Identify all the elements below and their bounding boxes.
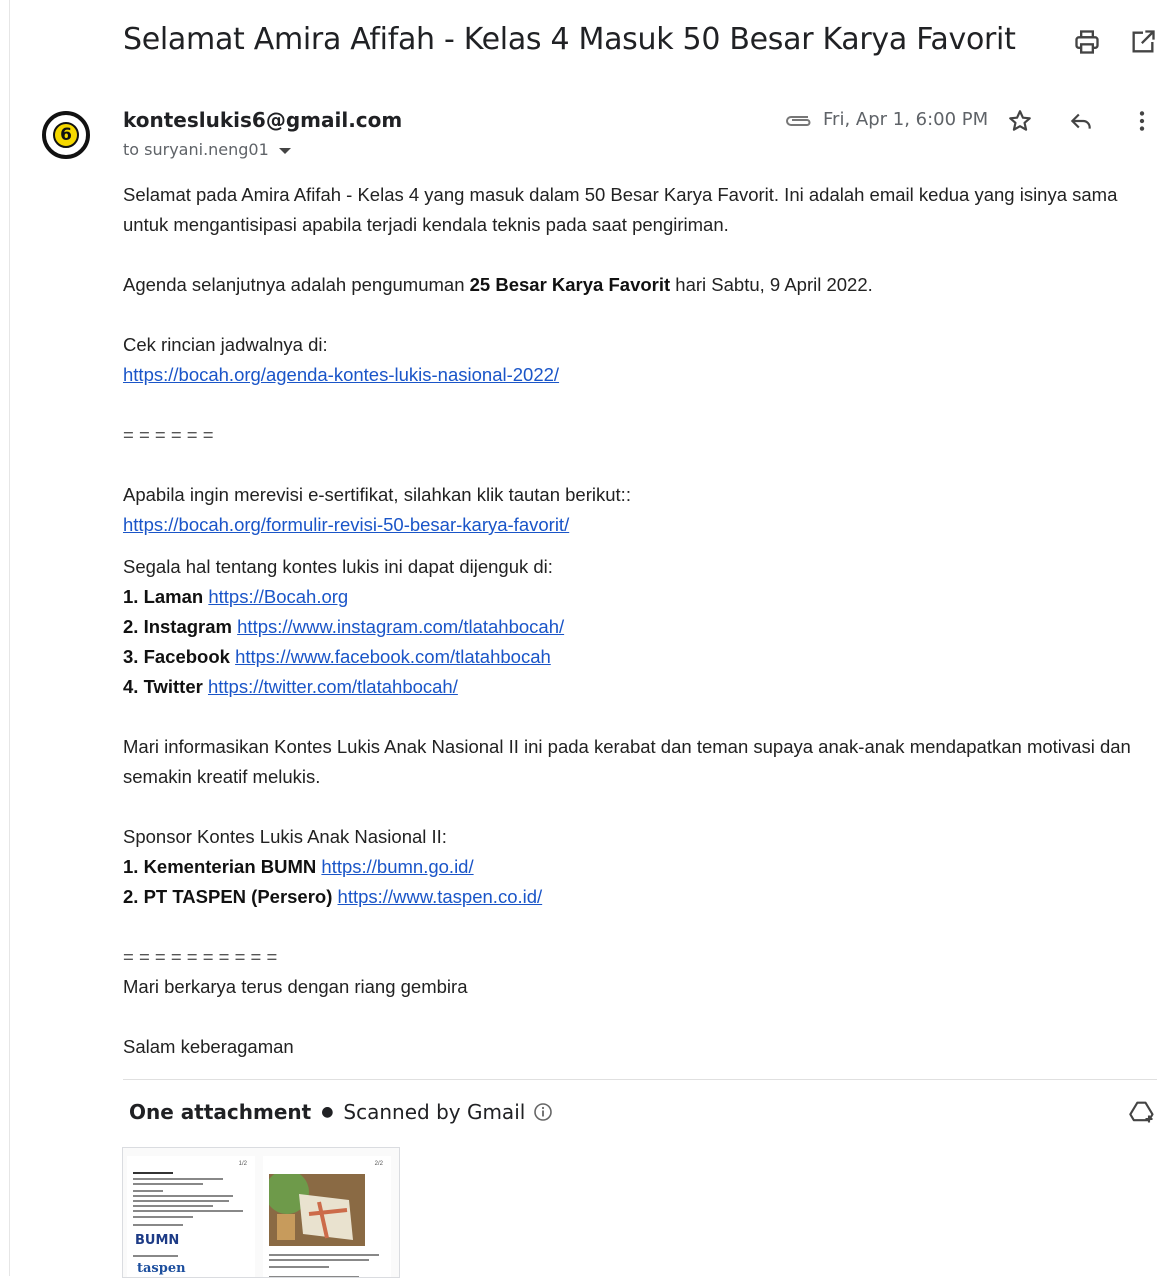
agenda-paragraph: Agenda selanjutnya adalah pengumuman 25 … [123,270,1148,300]
painting-photo [269,1174,365,1246]
open-in-new-window-icon[interactable] [1129,28,1157,56]
avatar-badge: 6 [53,122,79,148]
info-label: Segala hal tentang kontes lukis ini dapa… [123,556,553,577]
link-item: 1. Laman https://Bocah.org [123,582,1148,612]
sender-email[interactable]: konteslukis6@gmail.com [123,108,402,132]
separator-1: = = = = = = [123,424,214,445]
link-label: 4. Twitter [123,676,203,697]
bumn-link[interactable]: https://bumn.go.id/ [321,856,473,877]
bumn-logo: BUMN [135,1233,180,1248]
attachment-header: One attachment ● Scanned by Gmail [129,1100,553,1124]
print-icon[interactable] [1073,28,1101,56]
email-subject: Selamat Amira Afifah - Kelas 4 Masuk 50 … [123,22,1016,57]
agenda-link[interactable]: https://bocah.org/agenda-kontes-lukis-na… [123,364,559,385]
more-options-icon[interactable] [1129,108,1155,134]
sponsor-item: 1. Kementerian BUMN https://bumn.go.id/ [123,852,1148,882]
scan-status: Scanned by Gmail [343,1100,526,1124]
greeting-paragraph: Selamat pada Amira Afifah - Kelas 4 yang… [123,184,1118,235]
recipient-line[interactable]: to suryani.neng01 [123,140,291,159]
attachment-thumbnail[interactable]: 1/2 BUMN taspen 2/2 [122,1147,400,1278]
attachment-page-2: 2/2 [263,1156,391,1277]
agenda-highlight: 25 Besar Karya Favorit [469,274,671,295]
attachment-divider [123,1079,1157,1080]
link-item: 3. Facebook https://www.facebook.com/tla… [123,642,1148,672]
agenda-prefix: Agenda selanjutnya adalah pengumuman [123,274,470,295]
closing-line-2: Salam keberagaman [123,1036,294,1057]
attachment-clip-icon [786,116,811,126]
website-link[interactable]: https://Bocah.org [208,586,348,607]
agenda-suffix: hari Sabtu, 9 April 2022. [670,274,873,295]
sponsor-name: 2. PT TASPEN (Persero) [123,886,333,907]
share-paragraph: Mari informasikan Kontes Lukis Anak Nasi… [123,736,1131,787]
revision-text: Apabila ingin merevisi e-sertifikat, sil… [123,484,631,505]
recipient-label: to suryani.neng01 [123,140,269,159]
closing-line-1: Mari berkarya terus dengan riang gembira [123,976,468,997]
attachment-count: One attachment [129,1100,312,1124]
link-label: 3. Facebook [123,646,230,667]
reply-icon[interactable] [1068,108,1094,134]
link-item: 2. Instagram https://www.instagram.com/t… [123,612,1148,642]
schedule-label: Cek rincian jadwalnya di: [123,334,328,355]
link-item: 4. Twitter https://twitter.com/tlatahboc… [123,672,1148,702]
chevron-down-icon[interactable] [278,147,291,154]
link-label: 1. Laman [123,586,204,607]
email-body: Selamat pada Amira Afifah - Kelas 4 yang… [123,180,1148,1062]
email-date: Fri, Apr 1, 6:00 PM [823,109,989,130]
sponsor-label: Sponsor Kontes Lukis Anak Nasional II: [123,826,447,847]
instagram-link[interactable]: https://www.instagram.com/tlatahbocah/ [237,616,564,637]
taspen-logo: taspen [137,1261,186,1276]
twitter-link[interactable]: https://twitter.com/tlatahbocah/ [208,676,458,697]
sponsor-name: 1. Kementerian BUMN [123,856,317,877]
info-icon[interactable] [533,1102,553,1122]
star-icon[interactable] [1007,108,1033,134]
sponsor-item: 2. PT TASPEN (Persero) https://www.taspe… [123,882,1148,912]
add-to-drive-icon[interactable] [1128,1098,1156,1126]
revision-link[interactable]: https://bocah.org/formulir-revisi-50-bes… [123,514,569,535]
facebook-link[interactable]: https://www.facebook.com/tlatahbocah [235,646,551,667]
separator-2: = = = = = = = = = = [123,946,278,967]
taspen-link[interactable]: https://www.taspen.co.id/ [338,886,543,907]
attachment-page-1: 1/2 BUMN taspen [127,1156,255,1277]
link-label: 2. Instagram [123,616,232,637]
sender-avatar: 6 [42,111,90,159]
separator-dot: ● [321,1104,334,1120]
left-border [9,0,10,1276]
